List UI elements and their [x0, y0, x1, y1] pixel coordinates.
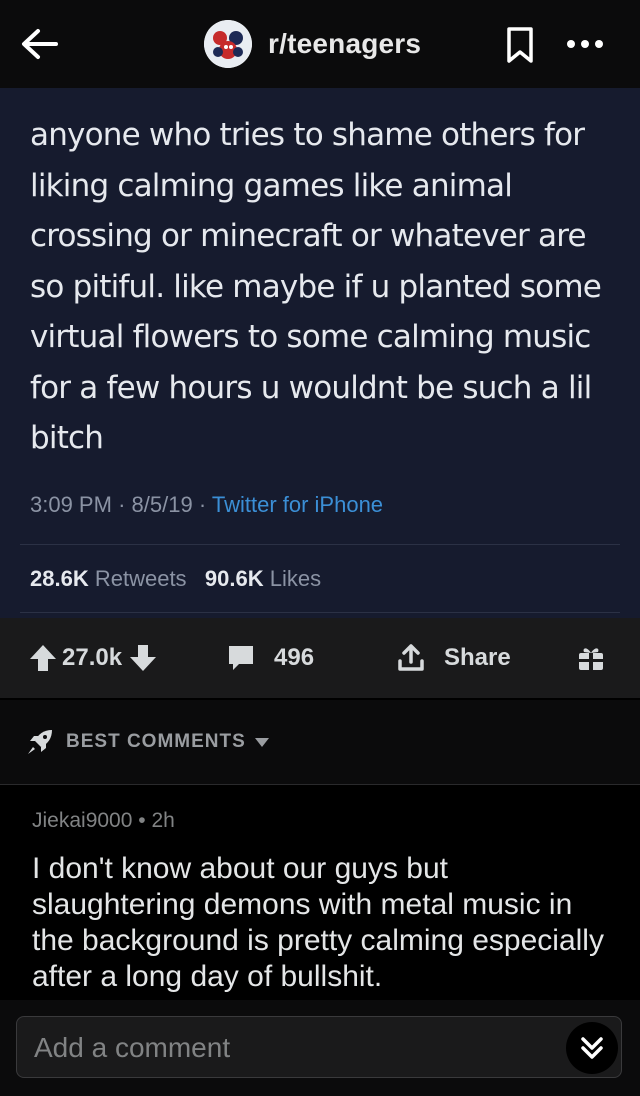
tweet-stats: 28.6K Retweets 90.6K Likes [30, 566, 321, 592]
separator-dot: · [118, 492, 132, 517]
downvote-icon[interactable] [128, 643, 158, 673]
tweet-text: anyone who tries to shame others for lik… [30, 117, 602, 456]
post-action-bar: 27.0k 496 Share [0, 618, 640, 698]
upvote-icon[interactable] [28, 643, 58, 673]
tweet-date: 8/5/19 [131, 492, 193, 517]
comment-body: I don't know about our guys but slaughte… [32, 852, 604, 993]
retweets-count: 28.6K [30, 566, 89, 591]
jump-to-next-icon[interactable] [566, 1022, 618, 1074]
sort-label: BEST COMMENTS [66, 731, 246, 752]
subreddit-avatar [204, 20, 252, 68]
top-bar: r/teenagers [0, 0, 640, 88]
likes-label: Likes [269, 566, 322, 591]
sort-selector[interactable]: BEST COMMENTS [26, 728, 270, 756]
separator-dot: • [138, 809, 152, 832]
likes-count: 90.6K [204, 566, 264, 591]
comment-sort-bar: BEST COMMENTS [0, 700, 640, 785]
comment-bubble-icon [226, 643, 256, 673]
caret-down-icon [254, 736, 270, 748]
comments-count: 496 [274, 644, 315, 671]
comment-composer: Add a comment [0, 1000, 640, 1096]
tweet-source: Twitter for iPhone [211, 492, 384, 517]
tweet-meta: 3:09 PM · 8/5/19 · Twitter for iPhone [30, 492, 383, 518]
comment-meta: Jiekai9000 • 2h [32, 809, 175, 833]
award-button[interactable] [576, 618, 606, 698]
share-label: Share [444, 644, 511, 671]
add-comment-placeholder: Add a comment [34, 1032, 231, 1063]
vote-score: 27.0k [62, 644, 123, 671]
post-image[interactable]: anyone who tries to shame others for lik… [0, 88, 640, 618]
comments-button[interactable]: 496 [226, 618, 314, 698]
comment-age: 2h [151, 809, 175, 832]
subreddit-name: r/teenagers [268, 28, 422, 59]
retweets-label: Retweets [94, 566, 187, 591]
rocket-icon [26, 728, 54, 756]
more-options-icon[interactable] [565, 32, 605, 56]
divider [20, 612, 620, 613]
subreddit-header[interactable]: r/teenagers [204, 20, 421, 68]
separator-dot: · [198, 492, 212, 517]
vote-group: 27.0k [28, 618, 158, 698]
share-icon [396, 643, 426, 673]
comment[interactable]: Jiekai9000 • 2h I don't know about our g… [0, 785, 640, 1015]
back-arrow-icon[interactable] [18, 22, 62, 66]
bookmark-icon[interactable] [504, 26, 536, 64]
share-button[interactable]: Share [396, 618, 511, 698]
tweet-time: 3:09 PM [30, 492, 112, 517]
comment-author[interactable]: Jiekai9000 [32, 809, 132, 832]
gift-icon [576, 643, 606, 673]
add-comment-input[interactable]: Add a comment [16, 1016, 622, 1078]
divider [20, 544, 620, 545]
